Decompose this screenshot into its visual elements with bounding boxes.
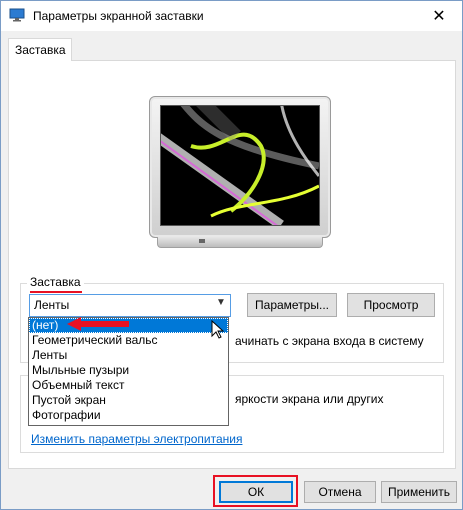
dropdown-option[interactable]: Объемный текст <box>29 378 228 393</box>
screensaver-select[interactable]: Ленты ▼ <box>29 294 231 317</box>
label-annotation-underline <box>30 291 82 293</box>
dropdown-option[interactable]: Геометрический вальс <box>29 333 228 348</box>
cancel-button[interactable]: Отмена <box>304 481 376 503</box>
dropdown-option[interactable]: Фотографии <box>29 408 228 423</box>
mouse-cursor-icon <box>211 320 224 339</box>
ribbons-preview-image <box>161 106 319 225</box>
close-button[interactable]: ✕ <box>416 1 462 31</box>
dropdown-option[interactable]: Ленты <box>29 348 228 363</box>
apply-button[interactable]: Применить <box>381 481 457 503</box>
ok-button[interactable]: ОК <box>219 481 293 503</box>
power-description: яркости экрана или других <box>235 392 384 406</box>
screensaver-selected-value: Ленты <box>34 298 70 312</box>
red-arrow-annotation-icon <box>67 317 129 331</box>
on-resume-label: ачинать с экрана входа в систему <box>235 334 424 348</box>
tab-screensaver[interactable]: Заставка <box>8 38 72 61</box>
title-bar: Параметры экранной заставки ✕ <box>1 1 462 31</box>
close-icon: ✕ <box>432 8 446 25</box>
preview-screen <box>160 105 320 226</box>
tab-label: Заставка <box>15 43 66 57</box>
screensaver-group-label: Заставка <box>27 275 84 289</box>
preview-button[interactable]: Просмотр <box>347 293 435 317</box>
display-settings-icon <box>9 8 25 22</box>
monitor-stand <box>157 237 323 248</box>
screensaver-dropdown-list[interactable]: (нет) Геометрический вальс Ленты Мыльные… <box>28 317 229 426</box>
chevron-down-icon: ▼ <box>216 297 226 308</box>
dropdown-option[interactable]: Пустой экран <box>29 393 228 408</box>
power-indicator <box>199 239 205 243</box>
window-title: Параметры экранной заставки <box>33 9 204 23</box>
change-power-settings-link[interactable]: Изменить параметры электропитания <box>31 432 242 446</box>
screensaver-settings-dialog: Параметры экранной заставки ✕ Заставка З… <box>0 0 463 510</box>
settings-button[interactable]: Параметры... <box>247 293 337 317</box>
dropdown-option[interactable]: Мыльные пузыри <box>29 363 228 378</box>
monitor-preview <box>149 96 331 238</box>
